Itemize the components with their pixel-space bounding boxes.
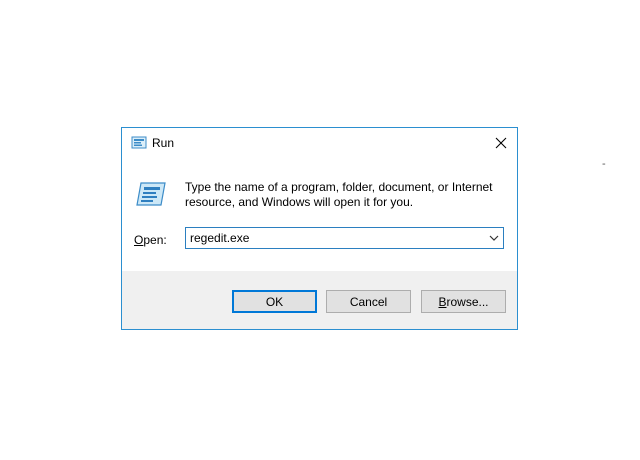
desktop: - Run Type the name of a program, folder… (0, 0, 640, 460)
browse-text: rowse... (446, 294, 489, 309)
open-dropdown-button[interactable] (485, 228, 503, 248)
dialog-body: Type the name of a program, folder, docu… (122, 158, 517, 271)
open-input[interactable] (186, 229, 485, 247)
dialog-title: Run (152, 136, 175, 150)
ok-button[interactable]: OK (232, 290, 317, 313)
desktop-mark: - (602, 158, 606, 170)
run-dialog: Run Type the name of a program, folder, … (121, 127, 518, 330)
chevron-down-icon (489, 235, 499, 241)
run-title-icon (131, 136, 147, 150)
dialog-footer: OK Cancel Browse... (122, 271, 517, 329)
close-icon (495, 137, 507, 148)
open-label-text: pen: (143, 233, 167, 247)
open-label: Open: (134, 233, 167, 247)
title-bar[interactable]: Run (122, 128, 517, 158)
close-button[interactable] (485, 128, 517, 157)
dialog-description: Type the name of a program, folder, docu… (185, 180, 493, 209)
cancel-button[interactable]: Cancel (326, 290, 411, 313)
run-icon (135, 181, 167, 207)
open-combobox[interactable] (185, 227, 504, 249)
open-label-accelerator: O (134, 233, 144, 247)
browse-button[interactable]: Browse... (421, 290, 506, 313)
browse-accelerator: B (438, 294, 447, 309)
